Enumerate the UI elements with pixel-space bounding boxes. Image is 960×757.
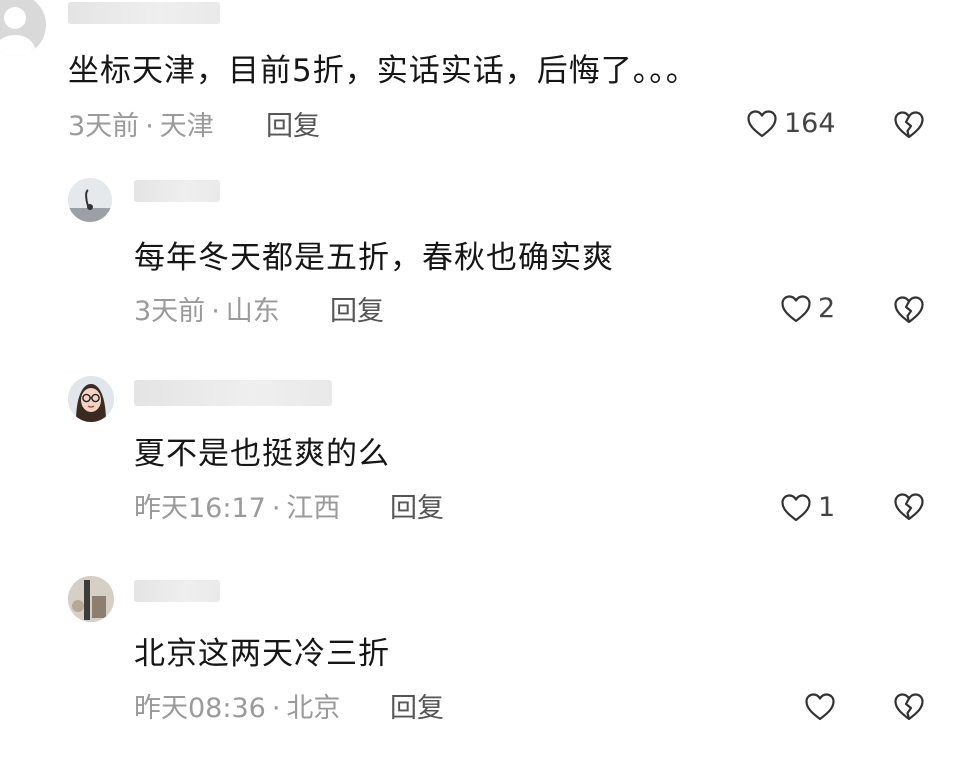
comment-meta: 昨天16:17 · 江西 (134, 492, 340, 526)
like-count: 2 (818, 293, 836, 324)
broken-heart-icon (893, 692, 925, 722)
comment-text: 每年冬天都是五折，春秋也确实爽 (134, 240, 614, 276)
dislike-button[interactable] (893, 492, 925, 522)
comment-meta: 3天前 · 山东 (134, 295, 280, 329)
like-button[interactable]: 1 (780, 492, 835, 523)
dislike-button[interactable] (893, 692, 925, 722)
meta-separator: · (211, 296, 220, 327)
avatar[interactable] (0, 0, 46, 56)
like-button[interactable]: 2 (780, 293, 835, 324)
comment-location: 北京 (286, 693, 341, 724)
comment-time: 3天前 (68, 111, 140, 142)
avatar[interactable] (68, 576, 114, 622)
dislike-button[interactable] (893, 110, 925, 140)
broken-heart-icon (893, 492, 925, 522)
comment-location: 山东 (225, 296, 280, 327)
reply-button[interactable]: 回复 (330, 295, 384, 329)
comment-item: 坐标天津，目前5折，实话实话，后悔了。。。 3天前 · 天津 回复 164 (0, 0, 960, 160)
meta-separator: · (271, 693, 281, 724)
comment-time: 昨天16:17 (134, 493, 266, 524)
meta-separator: · (145, 111, 154, 142)
reply-comment-item: 北京这两天冷三折 昨天08:36 · 北京 回复 (0, 570, 960, 757)
reply-comment-item: 夏不是也挺爽的么 昨天16:17 · 江西 回复 1 (0, 370, 960, 550)
comment-time: 3天前 (134, 296, 206, 327)
meta-separator: · (271, 493, 281, 524)
comment-text: 夏不是也挺爽的么 (134, 436, 390, 472)
username-blurred[interactable] (134, 380, 332, 406)
avatar[interactable] (68, 178, 112, 222)
like-count: 164 (784, 108, 836, 139)
heart-outline-icon (746, 109, 778, 139)
heart-outline-icon (780, 294, 812, 324)
like-button[interactable] (804, 692, 842, 722)
comment-location: 天津 (159, 111, 214, 142)
reply-comment-item: 每年冬天都是五折，春秋也确实爽 3天前 · 山东 回复 2 (0, 170, 960, 350)
username-blurred[interactable] (134, 580, 220, 602)
comment-location: 江西 (286, 493, 341, 524)
username-blurred[interactable] (134, 180, 220, 202)
user-avatar-icon (68, 178, 112, 222)
default-avatar-icon (0, 7, 35, 56)
dislike-button[interactable] (893, 295, 925, 325)
reply-button[interactable]: 回复 (390, 692, 444, 726)
comment-meta: 3天前 · 天津 (68, 110, 214, 144)
heart-outline-icon (780, 493, 812, 523)
like-count: 1 (818, 492, 836, 523)
broken-heart-icon (893, 295, 925, 325)
comment-text: 北京这两天冷三折 (134, 636, 390, 672)
heart-outline-icon (804, 692, 836, 722)
reply-button[interactable]: 回复 (266, 110, 320, 144)
broken-heart-icon (893, 110, 925, 140)
username-blurred[interactable] (68, 2, 220, 24)
user-avatar-icon (68, 576, 114, 622)
user-avatar-glasses-icon (68, 376, 114, 422)
comment-meta: 昨天08:36 · 北京 (134, 692, 340, 726)
comment-text: 坐标天津，目前5折，实话实话，后悔了。。。 (68, 53, 698, 89)
like-button[interactable]: 164 (746, 108, 836, 139)
reply-button[interactable]: 回复 (390, 492, 444, 526)
avatar[interactable] (68, 376, 114, 422)
comment-time: 昨天08:36 (134, 693, 266, 724)
